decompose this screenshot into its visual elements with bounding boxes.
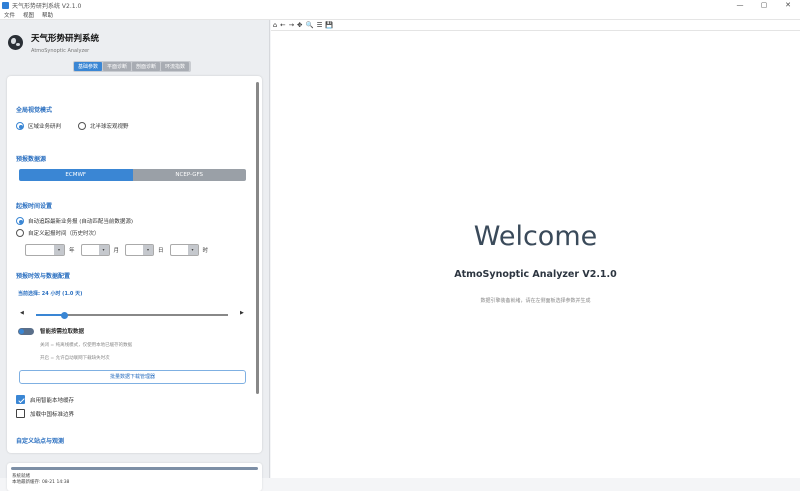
radio-regional[interactable]: 区域业务研判: [16, 122, 61, 130]
border-label: 加载中国标准边界: [30, 411, 75, 418]
slider-track[interactable]: [36, 311, 228, 319]
brand-title: 天气形势研判系统: [31, 34, 100, 44]
unit-month: 月: [113, 248, 120, 254]
brand: 天气形势研判系统 AtmoSynoptic Analyzer: [8, 32, 99, 54]
tab-circulation-index[interactable]: 环流指数: [161, 62, 190, 71]
settings-panel: 全局视觉模式 区域业务研判 北半球宏观视野 预报数据源 ECMWF NCEP-G…: [7, 76, 262, 453]
menu-bar: 文件 视图 帮助: [0, 11, 800, 20]
radio-auto-latest[interactable]: 自动追踪最新业务报 (自动匹配当前数据源): [16, 217, 133, 225]
border-checkbox[interactable]: [16, 409, 25, 418]
pan-icon[interactable]: ✥: [297, 20, 302, 31]
welcome-heading: Welcome: [473, 221, 598, 252]
home-icon[interactable]: ⌂: [273, 20, 277, 31]
panel-scrollbar[interactable]: [256, 82, 259, 394]
radio-button[interactable]: [16, 229, 24, 237]
cache-checkbox[interactable]: [16, 395, 25, 404]
status-box: 系统就绪 本地最新缓存: 08-21 14:38: [7, 463, 262, 491]
tab-plane-diagnosis[interactable]: 平面诊断: [103, 62, 132, 71]
radio-custom-time[interactable]: 自定义起报时间（历史时次）: [16, 229, 100, 237]
slider-handle[interactable]: [61, 311, 69, 319]
datetime-row: ▾ 年 ▾ 月 ▾ 日 ▾ 时: [25, 244, 214, 256]
main-canvas: ⌂ ← → ✥ 🔍 ☰ 💾 Welcome AtmoSynoptic Analy…: [271, 20, 800, 478]
title-bar: 天气形势研判系统 V2.1.0 — ▢ ✕: [0, 0, 800, 11]
chevron-down-icon[interactable]: ▾: [98, 245, 109, 255]
configure-icon[interactable]: ☰: [317, 20, 323, 31]
unit-day: 日: [158, 248, 164, 254]
maximize-button[interactable]: ▢: [752, 0, 776, 11]
sidebar: 天气形势研判系统 AtmoSynoptic Analyzer 基础参数 平面诊断…: [0, 20, 270, 491]
tab-section-diagnosis[interactable]: 剖面诊断: [132, 62, 161, 71]
radio-label: 北半球宏观视野: [90, 124, 129, 130]
hint-online: 开启 = 允许自动联网下载缺失时次: [40, 356, 110, 361]
hint-offline: 关闭 = 纯离线模式，仅使用本地已缓存的数据: [40, 343, 133, 348]
radio-button[interactable]: [16, 217, 24, 225]
smart-fetch-row[interactable]: 智能按需拉取数据: [18, 327, 84, 335]
year-spinbox[interactable]: ▾: [25, 244, 65, 256]
radio-label: 区域业务研判: [28, 124, 62, 130]
radio-button[interactable]: [16, 122, 24, 130]
smart-fetch-label: 智能按需拉取数据: [40, 329, 85, 335]
radio-label: 自定义起报时间（历史时次）: [28, 231, 100, 237]
hour-spinbox[interactable]: ▾: [169, 244, 199, 256]
chevron-down-icon[interactable]: ▾: [54, 245, 64, 255]
minimize-button[interactable]: —: [728, 0, 752, 11]
day-spinbox[interactable]: ▾: [125, 244, 155, 256]
close-button[interactable]: ✕: [776, 0, 800, 11]
month-spinbox[interactable]: ▾: [80, 244, 110, 256]
init-time-title: 起报时间设置: [16, 203, 53, 210]
app-icon: [2, 2, 9, 9]
globe-icon: [8, 35, 23, 50]
chevron-down-icon[interactable]: ▾: [187, 245, 198, 255]
radio-button[interactable]: [78, 122, 86, 130]
lead-time-slider[interactable]: ◀ ▶: [20, 310, 245, 320]
unit-hour: 时: [202, 248, 209, 254]
back-icon[interactable]: ←: [280, 20, 285, 31]
menu-file[interactable]: 文件: [0, 11, 19, 19]
status-progress-bar: [11, 467, 258, 470]
tab-bar: 基础参数 平面诊断 剖面诊断 环流指数: [73, 61, 192, 72]
radio-hemisphere[interactable]: 北半球宏观视野: [78, 122, 129, 130]
cache-option[interactable]: 启用智能本地缓存: [16, 395, 74, 404]
radio-label: 自动追踪最新业务报 (自动匹配当前数据源): [28, 219, 134, 225]
smart-fetch-toggle[interactable]: [18, 327, 34, 335]
view-mode-title: 全局视觉模式: [16, 107, 53, 114]
batch-download-button[interactable]: 批量数据下载管理器: [19, 370, 246, 384]
app-version: AtmoSynoptic Analyzer V2.1.0: [454, 269, 617, 280]
save-icon[interactable]: 💾: [325, 20, 333, 31]
stations-title: 自定义站点与观测: [16, 438, 65, 445]
brand-subtitle: AtmoSynoptic Analyzer: [31, 48, 90, 54]
source-segmented-control: ECMWF NCEP-GFS: [19, 169, 246, 181]
slider-left-arrow-icon[interactable]: ◀: [20, 310, 24, 316]
cache-timestamp: 本地最新缓存: 08-21 14:38: [12, 480, 70, 485]
window-controls: — ▢ ✕: [728, 0, 800, 11]
cache-label: 启用智能本地缓存: [30, 397, 75, 404]
current-selection: 当前选择: 24 小时 (1.0 天): [18, 291, 83, 297]
border-option[interactable]: 加载中国标准边界: [16, 409, 74, 418]
source-ecmwf[interactable]: ECMWF: [19, 169, 133, 181]
tab-basic-params[interactable]: 基础参数: [74, 62, 103, 71]
zoom-icon[interactable]: 🔍: [306, 20, 314, 31]
unit-year: 年: [69, 248, 75, 254]
menu-help[interactable]: 帮助: [38, 11, 57, 19]
welcome-description: 数据引擎装备就绪，请在左侧面板选择参数并生成: [480, 298, 591, 304]
chevron-down-icon[interactable]: ▾: [143, 245, 154, 255]
slider-right-arrow-icon[interactable]: ▶: [240, 310, 244, 316]
plot-toolbar: ⌂ ← → ✥ 🔍 ☰ 💾: [271, 20, 800, 31]
source-ncep-gfs[interactable]: NCEP-GFS: [132, 169, 246, 181]
forecast-source-title: 预报数据源: [16, 156, 47, 163]
lead-time-title: 预报时效与数据配置: [16, 273, 71, 280]
menu-view[interactable]: 视图: [19, 11, 38, 19]
forward-icon[interactable]: →: [289, 20, 294, 31]
window-title: 天气形势研判系统 V2.1.0: [12, 3, 82, 10]
